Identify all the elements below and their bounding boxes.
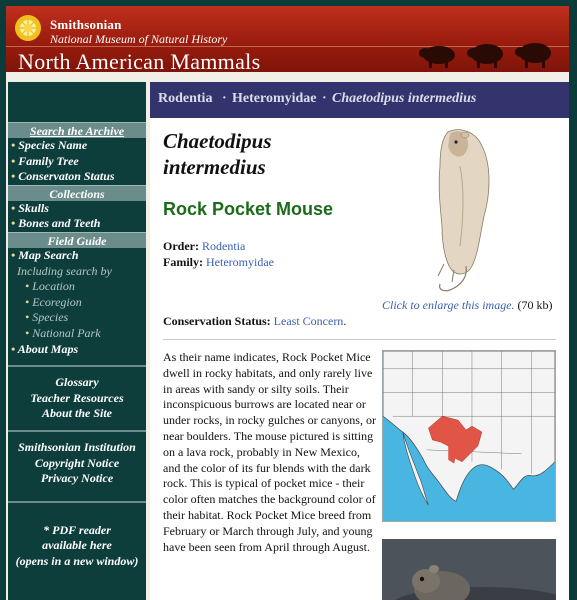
sidebar-item-map-search[interactable]: • Map Search bbox=[8, 248, 146, 264]
sidebar-item-label: National Park bbox=[32, 325, 101, 340]
sidebar-item-privacy[interactable]: Privacy Notice bbox=[8, 471, 146, 487]
image-size: (70 kb) bbox=[517, 298, 553, 312]
order-link[interactable]: Rodentia bbox=[202, 239, 245, 253]
range-map[interactable] bbox=[382, 350, 556, 522]
family-row: Family: Heteromyidae bbox=[163, 255, 274, 270]
breadcrumb-separator: · bbox=[222, 91, 227, 106]
pdf-reader-line3[interactable]: (opens in a new window) bbox=[8, 554, 146, 570]
sidebar-divider bbox=[8, 365, 146, 368]
family-link[interactable]: Heteromyidae bbox=[206, 255, 274, 269]
site-banner: Smithsonian National Museum of Natural H… bbox=[6, 6, 569, 78]
bullet: • bbox=[11, 216, 16, 231]
bullet: • bbox=[25, 279, 30, 294]
bullet: • bbox=[11, 247, 16, 262]
scientific-name-species: intermedius bbox=[163, 155, 266, 179]
enlarge-image-link[interactable]: Click to enlarge this image. bbox=[382, 298, 515, 312]
scientific-name-genus: Chaetodipus bbox=[163, 129, 272, 153]
mouse-photo[interactable] bbox=[382, 539, 556, 600]
sidebar-item-label: Species Name bbox=[18, 138, 88, 152]
sidebar-sub-ecoregion[interactable]: • Ecoregion bbox=[8, 295, 146, 311]
field-guide-heading[interactable]: Field Guide bbox=[8, 231, 146, 248]
sidebar-item-conservation-status[interactable]: • Conservaton Status bbox=[8, 169, 146, 185]
order-label: Order: bbox=[163, 239, 199, 253]
order-row: Order: Rodentia bbox=[163, 239, 245, 254]
sidebar-item-about-site[interactable]: About the Site bbox=[8, 406, 146, 422]
sidebar-item-bones-teeth[interactable]: • Bones and Teeth bbox=[8, 216, 146, 232]
species-description: As their name indicates, Rock Pocket Mic… bbox=[163, 350, 376, 554]
breadcrumb-separator: · bbox=[322, 91, 327, 106]
breadcrumb-species: Chaetodipus intermedius bbox=[332, 91, 477, 106]
sidebar-item-smithsonian[interactable]: Smithsonian Institution bbox=[8, 440, 146, 456]
sidebar-item-teacher-resources[interactable]: Teacher Resources bbox=[8, 391, 146, 407]
bullet: • bbox=[25, 325, 30, 340]
sidebar-item-label: Map Search bbox=[18, 247, 79, 262]
sidebar-item-label: Location bbox=[32, 279, 75, 294]
bullet: • bbox=[25, 294, 30, 309]
sidebar-item-copyright[interactable]: Copyright Notice bbox=[8, 456, 146, 472]
sidebar-item-label: Family Tree bbox=[18, 153, 79, 168]
sidebar-item-family-tree[interactable]: • Family Tree bbox=[8, 154, 146, 170]
family-label: Family: bbox=[163, 255, 203, 269]
pdf-reader-line1[interactable]: * PDF reader bbox=[8, 523, 146, 539]
conservation-row: Conservation Status: Least Concern. bbox=[163, 314, 346, 329]
sidebar-item-label: Bones and Teeth bbox=[18, 216, 101, 231]
museum-name[interactable]: National Museum of Natural History bbox=[50, 32, 227, 47]
search-archive-heading[interactable]: Search the Archive bbox=[8, 122, 146, 138]
collections-heading[interactable]: Collections bbox=[8, 184, 146, 201]
pdf-reader-line2[interactable]: available here bbox=[8, 538, 146, 554]
sidebar-item-label: Ecoregion bbox=[32, 294, 82, 309]
enlarge-caption: Click to enlarge this image. (70 kb) bbox=[382, 298, 562, 313]
sidebar-item-species-name[interactable]: • Species Name bbox=[8, 138, 146, 154]
sun-logo-icon[interactable] bbox=[14, 14, 42, 42]
sidebar-item-label: Species bbox=[32, 310, 69, 325]
sidebar-sub-national-park[interactable]: • National Park bbox=[8, 326, 146, 342]
musk-ox-silhouettes bbox=[419, 43, 551, 68]
sidebar-sub-location[interactable]: • Location bbox=[8, 279, 146, 295]
sidebar-item-label: About Maps bbox=[17, 341, 79, 356]
sidebar-divider bbox=[8, 429, 146, 432]
bullet: • bbox=[11, 138, 16, 152]
sidebar: Search the Archive • Species Name • Fami… bbox=[8, 82, 146, 600]
conservation-label: Conservation Status: bbox=[163, 314, 271, 328]
bullet: • bbox=[11, 153, 16, 168]
bullet: • bbox=[25, 310, 30, 325]
mouse-illustration[interactable] bbox=[420, 126, 500, 298]
scientific-name: Chaetodipus intermedius bbox=[163, 128, 343, 180]
sidebar-item-skulls[interactable]: • Skulls bbox=[8, 201, 146, 217]
sidebar-item-glossary[interactable]: Glossary bbox=[8, 375, 146, 391]
breadcrumb-order[interactable]: Rodentia bbox=[158, 91, 212, 107]
sidebar-sub-species[interactable]: • Species bbox=[8, 310, 146, 326]
bullet: • bbox=[11, 200, 16, 215]
species-content: Chaetodipus intermedius Rock Pocket Mous… bbox=[150, 118, 569, 600]
bullet: • bbox=[11, 341, 16, 356]
institution-name[interactable]: Smithsonian bbox=[50, 17, 122, 33]
breadcrumb: Rodentia · Heteromyidae · Chaetodipus in… bbox=[150, 82, 569, 118]
including-search-by: Including search by bbox=[17, 263, 112, 278]
breadcrumb-family[interactable]: Heteromyidae bbox=[232, 91, 317, 107]
content-divider bbox=[163, 339, 556, 340]
conservation-period: . bbox=[343, 314, 347, 328]
bullet: • bbox=[11, 169, 16, 184]
sidebar-item-label: Skulls bbox=[18, 200, 49, 215]
sidebar-item-about-maps[interactable]: • About Maps bbox=[8, 342, 146, 358]
sidebar-item-label: Conservaton Status bbox=[18, 169, 115, 184]
conservation-link[interactable]: Least Concern bbox=[274, 314, 344, 328]
common-name: Rock Pocket Mouse bbox=[163, 199, 334, 219]
sidebar-divider bbox=[8, 500, 146, 503]
